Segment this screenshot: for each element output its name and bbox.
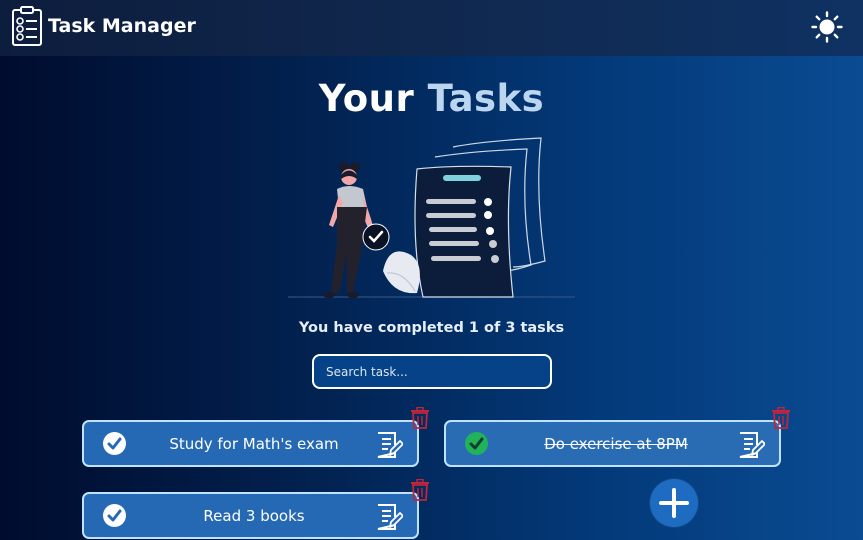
app-title: Task Manager xyxy=(48,15,196,37)
tasks-illustration xyxy=(288,137,575,298)
task-text: Study for Math's exam xyxy=(169,435,339,453)
page-title-part2: Tasks xyxy=(427,77,545,120)
task-check-icon[interactable] xyxy=(103,432,126,455)
plus-icon xyxy=(659,488,689,518)
completion-status: You have completed 1 of 3 tasks xyxy=(298,320,565,336)
task-text: Read 3 books xyxy=(203,507,305,525)
add-task-button[interactable] xyxy=(650,479,698,527)
trash-icon[interactable] xyxy=(771,407,791,429)
task-card[interactable]: Study for Math's exam xyxy=(82,420,419,467)
task-card[interactable]: Read 3 books xyxy=(82,492,419,539)
task-card-completed[interactable]: Do exercise at 8PM xyxy=(444,420,781,467)
completed-check-icon[interactable] xyxy=(465,432,488,455)
trash-icon[interactable] xyxy=(410,407,430,429)
task-check-icon[interactable] xyxy=(103,504,126,527)
page-title-part1: Your xyxy=(318,77,428,120)
edit-note-icon[interactable] xyxy=(737,431,765,459)
trash-icon[interactable] xyxy=(410,479,430,501)
clipboard-checklist-icon xyxy=(12,6,42,46)
search-input[interactable] xyxy=(312,354,552,389)
edit-note-icon[interactable] xyxy=(375,431,403,459)
sun-icon[interactable] xyxy=(811,11,843,43)
task-text: Do exercise at 8PM xyxy=(544,435,688,453)
app-header: Task Manager xyxy=(0,0,863,56)
edit-note-icon[interactable] xyxy=(375,503,403,531)
page-title: Your Tasks xyxy=(0,77,863,120)
